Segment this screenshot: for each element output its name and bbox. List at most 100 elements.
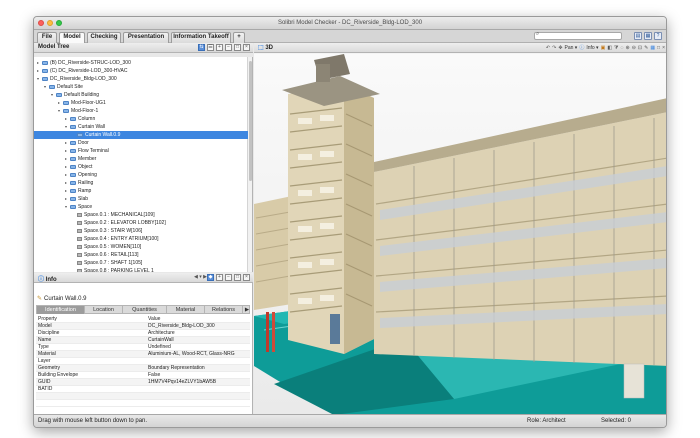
tree-item[interactable]: ▸ Flow Terminal [34, 147, 248, 155]
tree-item[interactable]: ▾ Curtain Wall [34, 123, 248, 131]
info-close-icon[interactable]: × [243, 274, 250, 281]
zoom-out-icon[interactable]: ⊖ [632, 45, 636, 51]
tree-item-space[interactable]: Space.0.4 : ENTRY ATRIUM[100] [34, 235, 248, 243]
tree-item-space[interactable]: Space.0.5 : WOMEN[110] [34, 243, 248, 251]
back-arrow-icon[interactable]: ◀ [194, 274, 198, 280]
tree-item-space[interactable]: Space.0.3 : STAIR W[106] [34, 227, 248, 235]
building-model-render[interactable] [254, 54, 667, 415]
tree-scroll-thumb[interactable] [249, 61, 252, 181]
tab-file[interactable]: File [37, 32, 57, 43]
property-row[interactable]: Name CurtainWall [36, 337, 250, 344]
tree-item[interactable]: ▸ Mod-Floor-UG1 [34, 99, 248, 107]
tab-information-takeoff[interactable]: Information Takeoff [171, 32, 231, 43]
info-expand-icon[interactable]: + [216, 274, 223, 281]
tree-item-space[interactable]: Space.0.2 : ELEVATOR LOBBY[102] [34, 219, 248, 227]
property-name: Layer [38, 358, 51, 364]
property-row[interactable]: Layer [36, 358, 250, 365]
grid-icon[interactable]: ▦ [644, 32, 652, 40]
property-row[interactable]: Model DC_Riverside_Bldg-LOD_300 [36, 323, 250, 330]
tree-item[interactable]: ▸ Ramp [34, 187, 248, 195]
tree-item[interactable]: ▸ Railing [34, 179, 248, 187]
tree-item-model[interactable]: ▾ DC_Riverside_Bldg-LOD_300 [34, 75, 248, 83]
info-tabs: Identification Location Quantities Mater… [36, 305, 250, 314]
pan-tool-dropdown[interactable]: Pan ▾ [565, 45, 578, 51]
tree-item-label: Slab [78, 196, 89, 202]
folder-icon [77, 132, 83, 137]
property-row[interactable]: Discipline Architecture [36, 330, 250, 337]
tree-item[interactable]: ▾ Default Building [34, 91, 248, 99]
tree-item[interactable]: ▸ Member [34, 155, 248, 163]
property-row[interactable]: Type Undefined [36, 344, 250, 351]
tree-item-model[interactable]: ▸ (B) DC_Riverside-STRUC-LOD_300 [34, 59, 248, 67]
view-settings-icon[interactable]: ▦ [650, 45, 655, 51]
tab-location[interactable]: Location [85, 306, 123, 314]
property-row[interactable]: GUID 1HM7V4Pqv14eZLVY1bAW5B [36, 379, 250, 386]
info-tool-dropdown[interactable]: Info ▾ [586, 45, 598, 51]
pan-icon: ✥ [558, 44, 563, 51]
property-row[interactable]: Geometry Boundary Representation [36, 365, 250, 372]
redo-view-icon[interactable]: ↷ [552, 45, 556, 51]
app-window: Solibri Model Checker - DC_Riverside_Bld… [33, 16, 667, 428]
view-maximize-icon[interactable]: □ [657, 45, 660, 51]
property-row[interactable]: Building Envelope False [36, 372, 250, 379]
property-name: Building Envelope [38, 372, 79, 378]
tree-close-icon[interactable]: × [243, 44, 250, 51]
folder-icon [42, 68, 48, 73]
undo-view-icon[interactable]: ↶ [546, 45, 550, 51]
tab-quantities[interactable]: Quantities [123, 306, 167, 314]
help-icon[interactable]: ? [654, 32, 662, 40]
tree-item[interactable]: ▸ Object [34, 163, 248, 171]
measure-icon[interactable]: ✎ [644, 45, 648, 51]
tree-item[interactable]: ▸ Door [34, 139, 248, 147]
tree-item-space[interactable]: Space.0.6 : RETAIL[113] [34, 251, 248, 259]
info-maximize-icon[interactable]: □ [234, 274, 241, 281]
tree-filter-icon[interactable]: ⇅ [198, 44, 205, 51]
tab-presentation[interactable]: Presentation [123, 32, 169, 43]
search-input[interactable]: ⌕ [534, 31, 622, 40]
tree-item-space[interactable]: Space.0.7 : SHAFT 1[105] [34, 259, 248, 267]
tree-item[interactable]: ▸ Column [34, 115, 248, 123]
property-name: Material [38, 351, 56, 357]
info-pin-icon[interactable]: ◆ [207, 274, 214, 281]
folder-icon [70, 124, 76, 129]
tree-item-label: Space.0.7 : SHAFT 1[105] [84, 260, 143, 266]
tab-identification[interactable]: Identification [37, 306, 85, 314]
tab-relations[interactable]: Relations [205, 306, 243, 314]
tree-item-space[interactable]: Space.0.8 : PARKING LEVEL 1 [34, 267, 248, 272]
property-value: False [148, 372, 161, 378]
window-title: Solibri Model Checker - DC_Riverside_Bld… [277, 20, 423, 26]
tree-item-model[interactable]: ▸ (C) DC_Riverside-LOD_300-HVAC [34, 67, 248, 75]
more-tabs-button[interactable]: ▶ [243, 306, 251, 314]
tree-maximize-icon[interactable]: □ [234, 44, 241, 51]
tree-item[interactable]: Curtain Wall.0.9 [34, 131, 248, 139]
tab-material[interactable]: Material [167, 306, 205, 314]
visibility-icon[interactable]: ▣ [601, 45, 606, 51]
filter-icon[interactable]: ⧩ [614, 45, 618, 51]
3d-view[interactable]: ⬚ 3D ↶ ↷ ✥ Pan ▾ ⓘ Info ▾ ▣ ◧ ⧩ ◌ ⊕ ⊖ ⊡ … [254, 43, 667, 415]
add-tab-button[interactable]: + [233, 32, 245, 43]
tree-item[interactable]: ▾ Mod-Floor-1 [34, 107, 248, 115]
view-close-icon[interactable]: × [662, 45, 665, 51]
property-row[interactable]: BATID [36, 386, 250, 393]
tree-item[interactable]: ▾ Space [34, 203, 248, 211]
tree-collapse-icon[interactable]: − [225, 44, 232, 51]
history-dropdown-icon[interactable]: ▾ [199, 274, 202, 280]
info-collapse-icon[interactable]: − [225, 274, 232, 281]
tree-item-space[interactable]: Space.0.1 : MECHANICAL[109] [34, 211, 248, 219]
zoom-fit-icon[interactable]: ⊡ [638, 45, 642, 51]
tree-item[interactable]: ▾ Default Site [34, 83, 248, 91]
property-row[interactable]: Material Aluminium-AL, Wood-RCT, Glass-NR… [36, 351, 250, 358]
tree-item[interactable]: ▸ Slab [34, 195, 248, 203]
red-column [266, 312, 269, 352]
zoom-icon[interactable]: ⊕ [626, 45, 630, 51]
tree-settings-icon[interactable]: ☰ [207, 44, 214, 51]
tree-item[interactable]: ▸ Opening [34, 171, 248, 179]
layout-icon[interactable]: ▤ [634, 32, 642, 40]
tree-expand-icon[interactable]: + [216, 44, 223, 51]
property-value: Boundary Representation [148, 365, 205, 371]
object-name-text: Curtain Wall.0.9 [44, 296, 87, 302]
section-icon[interactable]: ◧ [607, 45, 612, 51]
transparency-icon[interactable]: ◌ [621, 45, 624, 51]
folder-icon [42, 60, 48, 65]
tab-checking[interactable]: Checking [87, 32, 121, 43]
